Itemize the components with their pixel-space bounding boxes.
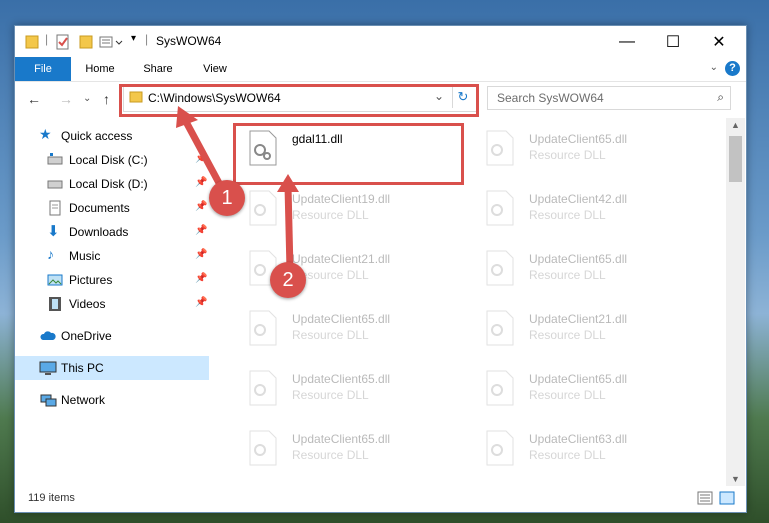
arrow-2-head bbox=[277, 174, 299, 192]
step-marker-2: 2 bbox=[270, 262, 306, 298]
step-marker-1: 1 bbox=[209, 180, 245, 216]
arrow-2 bbox=[284, 185, 294, 271]
annotation-arrows bbox=[176, 106, 299, 271]
